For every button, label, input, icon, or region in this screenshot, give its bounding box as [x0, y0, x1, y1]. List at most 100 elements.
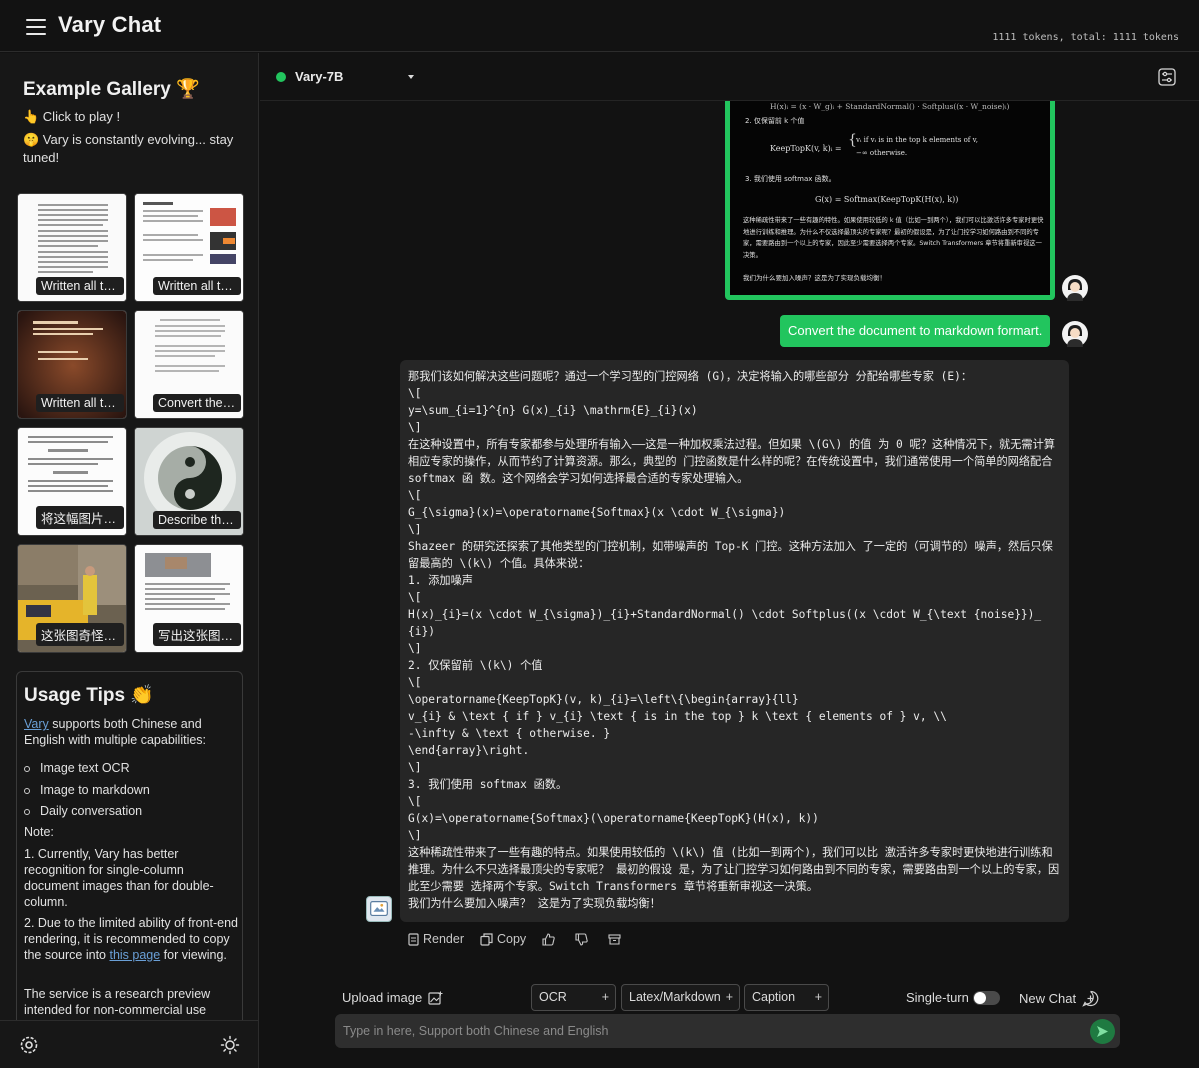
- doc-gx: G(x) = Softmax(KeepTopK(H(x), k)): [815, 195, 959, 204]
- plus-icon: +: [601, 990, 609, 1004]
- thumbs-down-icon: [575, 932, 588, 946]
- ocr-label: OCR: [539, 990, 567, 1004]
- example-caption: Written all the words in this image.: [36, 394, 124, 412]
- archive-icon: [608, 933, 621, 945]
- doc-step-2: 2. 仅保留前 k 个值: [745, 117, 805, 125]
- thumbs-up-button[interactable]: [542, 932, 559, 946]
- chat-input-bar: [335, 1014, 1120, 1048]
- token-count: 1111 tokens, total: 1111 tokens: [992, 32, 1179, 43]
- message-actions: Render Copy: [408, 930, 641, 948]
- upload-image-label: Upload image: [342, 990, 423, 1005]
- capabilities-list: Image text OCR Image to markdown Daily c…: [24, 761, 150, 826]
- example-thumb-4[interactable]: Convert the document to markdown format.: [134, 310, 244, 419]
- doc-case-2: −∞ otherwise.: [856, 149, 908, 157]
- doc-step-3: 3. 我们使用 softmax 函数。: [745, 175, 836, 183]
- example-thumb-3[interactable]: Written all the words in this image.: [17, 310, 127, 419]
- copy-icon: [480, 932, 493, 946]
- new-chat-label: New Chat: [1019, 991, 1077, 1006]
- thumbs-down-button[interactable]: [575, 932, 592, 946]
- evolving-text: 🤫 Vary is constantly evolving... stay tu…: [23, 132, 234, 165]
- service-note: The service is a research preview intend…: [24, 987, 211, 1017]
- toggle-knob: [974, 992, 986, 1004]
- note-label: Note:: [24, 825, 54, 839]
- send-button[interactable]: [1090, 1019, 1115, 1044]
- app-title: Vary Chat: [58, 12, 162, 37]
- caption-chip[interactable]: Caption +: [744, 984, 829, 1011]
- click-to-play-text: 👆 Click to play !: [23, 109, 121, 124]
- document-icon: [408, 932, 419, 946]
- example-caption: Written all the words in this image.: [153, 277, 241, 295]
- input-controls: Upload image OCR + Latex/Markdown + Captio…: [260, 980, 1199, 1016]
- latex-markdown-chip[interactable]: Latex/Markdown +: [621, 984, 740, 1011]
- doc-keeptopk: KeepTopK(v, k)ᵢ =: [770, 144, 842, 153]
- user-avatar: [1062, 321, 1088, 347]
- uploaded-image-message[interactable]: H(x)ᵢ = (x · W_g)ᵢ + StandardNormal() · …: [725, 101, 1055, 300]
- doc-last-line: 我们为什么要加入噪声？这是为了实现负载均衡！: [743, 274, 886, 282]
- usage-tips-panel: Usage Tips 👏 Vary supports both Chinese …: [16, 671, 243, 1031]
- tips-intro-text: supports both Chinese and English with m…: [24, 717, 207, 747]
- this-page-link[interactable]: this page: [109, 948, 160, 962]
- new-chat-button[interactable]: New Chat: [1019, 990, 1099, 1007]
- note-2: 2. Due to the limited ability of front-e…: [24, 915, 239, 963]
- bot-message-text: 那我们该如何解决这些问题呢？通过一个学习型的门控网络 (G)，决定将输入的哪些部…: [408, 370, 1060, 910]
- note-2-tail: for viewing.: [160, 948, 227, 962]
- top-bar: Vary Chat 1111 tokens, total: 1111 token…: [0, 0, 1199, 52]
- example-caption: Convert the document to markdown format.: [153, 394, 241, 412]
- example-thumb-7[interactable]: 这张图奇怪在哪里？: [17, 544, 127, 653]
- list-item: Daily conversation: [24, 804, 150, 826]
- example-caption: 将这幅图片转换为markdown格式: [36, 506, 124, 529]
- send-icon: [1097, 1026, 1108, 1037]
- chat-messages: H(x)ᵢ = (x · W_g)ᵢ + StandardNormal() · …: [260, 101, 1199, 961]
- model-status-dot: [276, 72, 286, 82]
- sidebar-footer: [0, 1020, 258, 1068]
- ocr-chip[interactable]: OCR +: [531, 984, 616, 1011]
- theme-sun-icon[interactable]: [220, 1035, 240, 1055]
- gallery-title: Example Gallery 🏆: [23, 79, 200, 100]
- sliders-icon[interactable]: [1158, 68, 1176, 86]
- image-upload-icon: [428, 991, 443, 1005]
- doc-paragraph: 这种稀疏性带来了一些有趣的特性。如果使用较低的 k 值（比如一到两个），我们可以…: [743, 217, 1044, 259]
- bot-message: 那我们该如何解决这些问题呢？通过一个学习型的门控网络 (G)，决定将输入的哪些部…: [400, 360, 1069, 922]
- example-caption: 写出这张图所有文字: [153, 623, 241, 646]
- render-label: Render: [423, 932, 464, 946]
- vary-link[interactable]: Vary: [24, 717, 49, 731]
- doc-formula-top: H(x)ᵢ = (x · W_g)ᵢ + StandardNormal() · …: [770, 102, 1010, 111]
- upload-image-button[interactable]: Upload image: [342, 990, 443, 1005]
- user-message: Convert the document to markdown formart…: [780, 315, 1051, 347]
- note-1: 1. Currently, Vary has better recognitio…: [24, 847, 214, 909]
- doc-case-1: vᵢ if vᵢ is in the top k elements of v,: [856, 136, 978, 144]
- sidebar: Example Gallery 🏆 👆 Click to play ! 🤫 Va…: [0, 53, 259, 1068]
- tips-intro: Vary supports both Chinese and English w…: [24, 716, 239, 748]
- settings-icon[interactable]: [19, 1035, 39, 1055]
- delete-button[interactable]: [608, 933, 625, 946]
- menu-icon[interactable]: [26, 19, 46, 35]
- render-button[interactable]: Render: [408, 932, 464, 946]
- new-chat-icon: [1082, 990, 1099, 1007]
- chevron-down-icon[interactable]: [408, 75, 414, 79]
- example-thumb-5[interactable]: 将这幅图片转换为markdown格式: [17, 427, 127, 536]
- caption-label: Caption: [752, 990, 796, 1004]
- chat-input[interactable]: [335, 1014, 1075, 1048]
- example-caption: 这张图奇怪在哪里？: [36, 623, 124, 646]
- copy-button[interactable]: Copy: [480, 932, 526, 946]
- model-selector[interactable]: Vary-7B: [295, 69, 343, 84]
- latex-markdown-label: Latex/Markdown: [629, 990, 721, 1004]
- user-avatar: [1062, 275, 1088, 301]
- example-thumb-1[interactable]: Written all the words in this image.: [17, 193, 127, 302]
- list-item: Image to markdown: [24, 783, 150, 805]
- bot-avatar: [366, 896, 392, 922]
- single-turn-toggle[interactable]: [973, 991, 1000, 1005]
- thumbs-up-icon: [542, 932, 555, 946]
- usage-tips-title: Usage Tips 👏: [24, 685, 154, 706]
- single-turn-label: Single-turn: [906, 990, 969, 1005]
- plus-icon: +: [814, 990, 822, 1004]
- list-item: Image text OCR: [24, 761, 150, 783]
- example-thumb-8[interactable]: 写出这张图所有文字: [134, 544, 244, 653]
- example-caption: Describe this image in detail.: [153, 511, 241, 529]
- plus-icon: +: [725, 990, 733, 1004]
- example-thumb-6[interactable]: Describe this image in detail.: [134, 427, 244, 536]
- example-caption: Written all the words in this image.: [36, 277, 124, 295]
- chat-header: Vary-7B: [260, 53, 1199, 101]
- copy-label: Copy: [497, 932, 527, 946]
- example-thumb-2[interactable]: Written all the words in this image.: [134, 193, 244, 302]
